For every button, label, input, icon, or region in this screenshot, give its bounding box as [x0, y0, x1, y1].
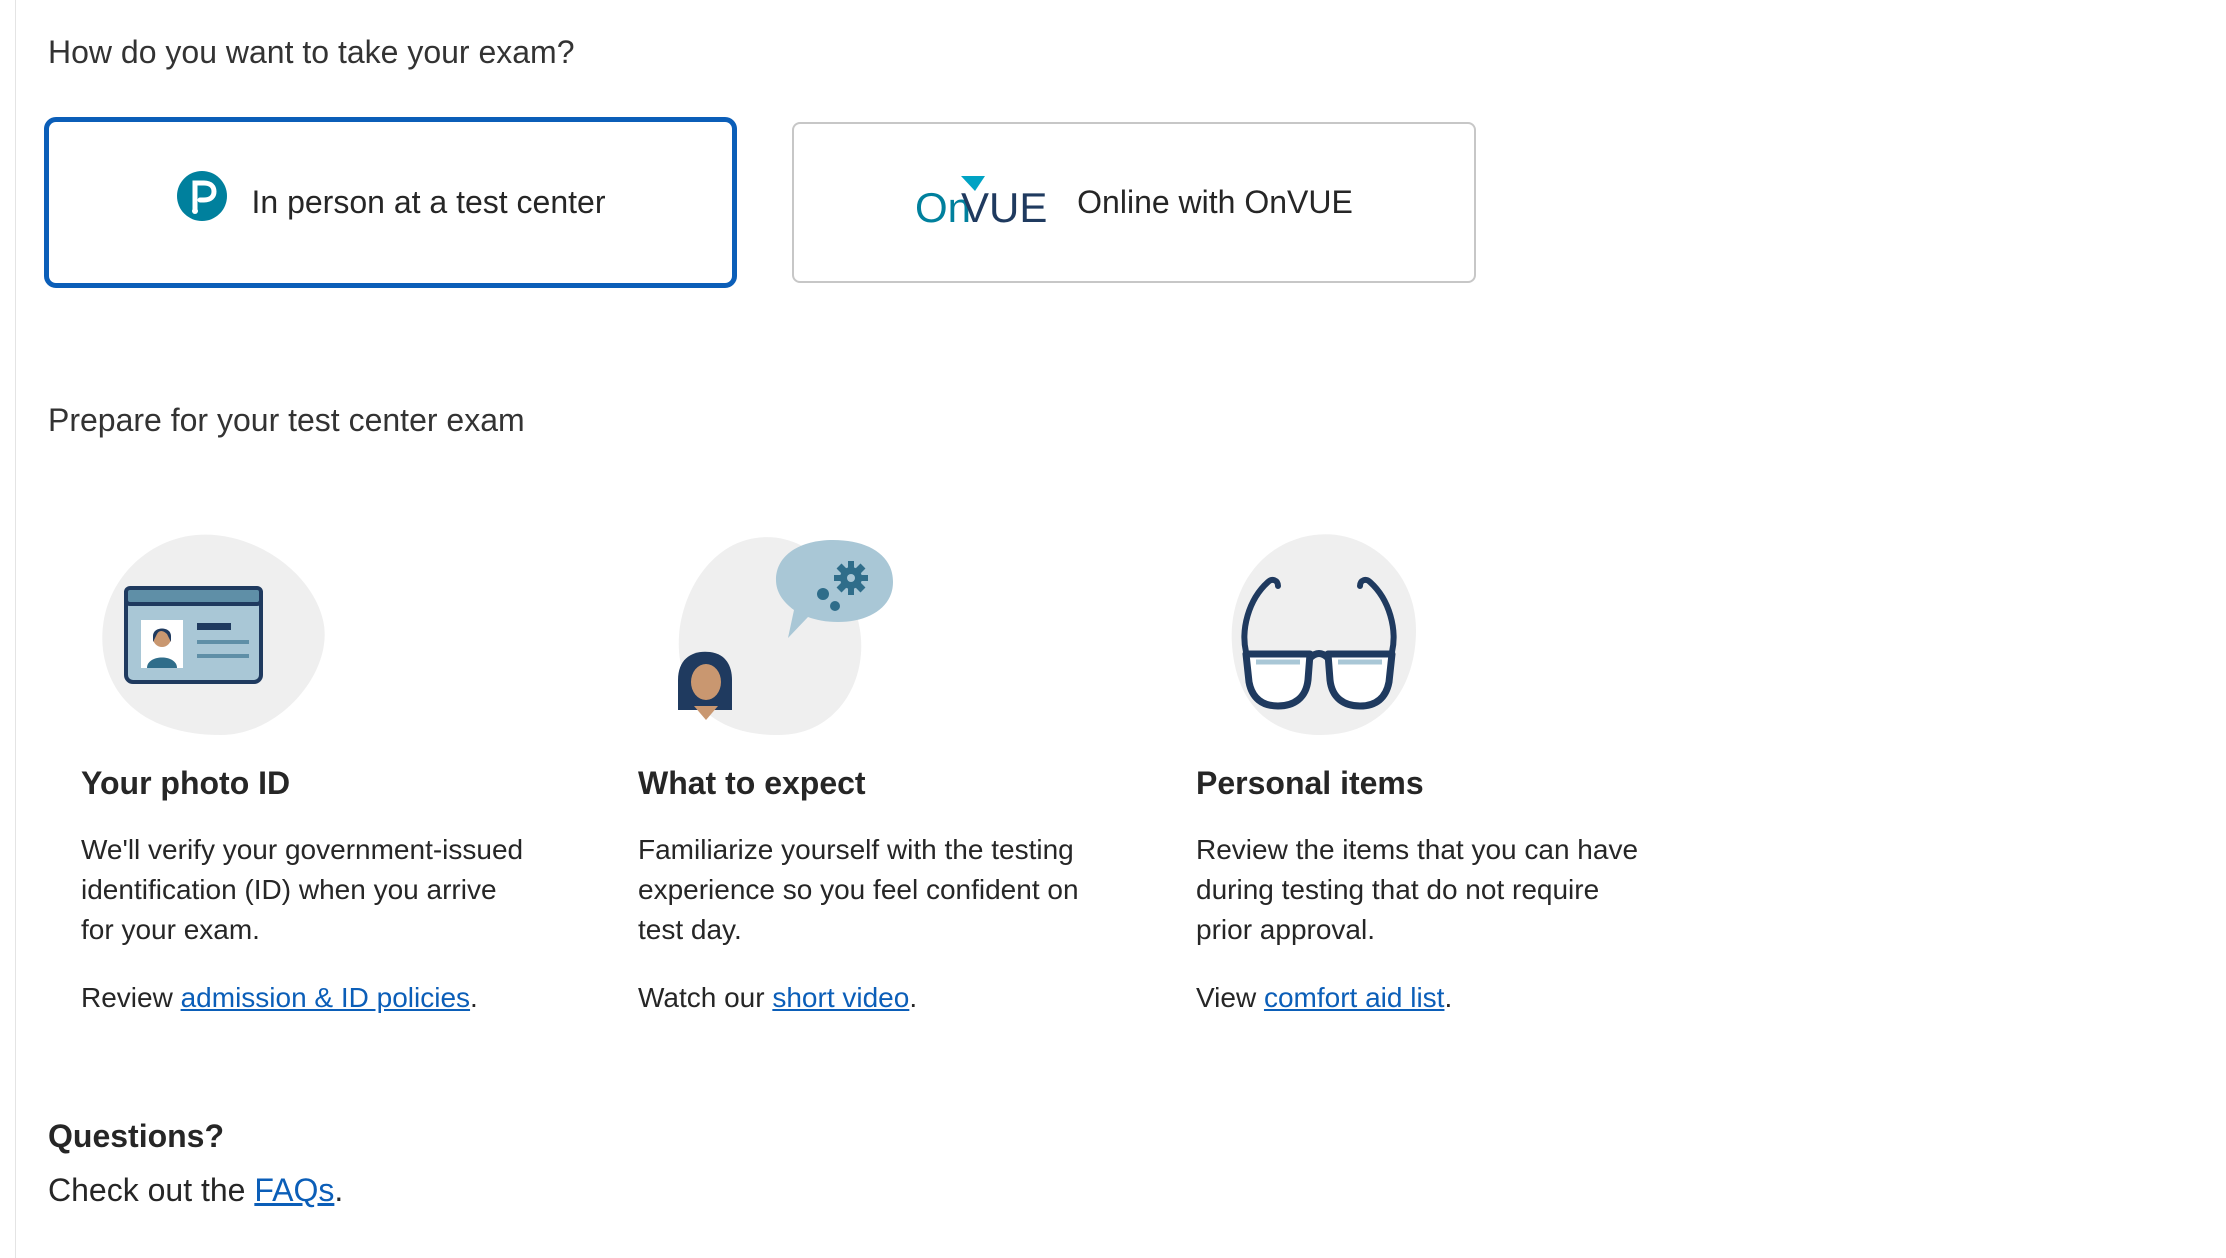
eyeglasses-icon: [1231, 534, 1416, 735]
questions-suffix: .: [334, 1172, 344, 1208]
onvue-logo: On VUE: [915, 175, 1048, 231]
cta-prefix: Watch our: [638, 982, 773, 1013]
pearson-logo-icon: [176, 170, 227, 221]
cta-suffix: .: [470, 982, 478, 1013]
cta-prefix: View: [1196, 982, 1264, 1013]
short-video-link[interactable]: short video: [772, 982, 909, 1013]
card-cta: Watch our short video.: [638, 978, 917, 1018]
faqs-link[interactable]: FAQs: [254, 1172, 334, 1208]
questions-heading: Questions?: [48, 1118, 225, 1154]
card-title: Personal items: [1196, 765, 1424, 801]
cta-suffix: .: [1444, 982, 1453, 1013]
id-card-icon: [102, 534, 325, 735]
card-cta: View comfort aid list.: [1196, 978, 1452, 1018]
card-description: We'll verify your government-issued iden…: [81, 834, 524, 945]
cta-suffix: .: [909, 982, 918, 1013]
exam-delivery-page: How do you want to take your exam? In pe…: [0, 0, 2226, 1258]
card-description: Familiarize yourself with the testing ex…: [638, 834, 1079, 945]
cta-prefix: Review: [81, 982, 181, 1013]
questions-text: Check out the FAQs.: [48, 1172, 343, 1209]
card-title: What to expect: [638, 765, 866, 801]
option-in-person-label: In person at a test center: [251, 184, 606, 220]
card-cta: Review admission & ID policies.: [81, 978, 478, 1018]
delivery-question-heading: How do you want to take your exam?: [48, 34, 575, 70]
comfort-aid-list-link[interactable]: comfort aid list: [1264, 982, 1445, 1013]
card-description: Review the items that you can have durin…: [1196, 834, 1639, 945]
thinking-person-gears-icon: [678, 537, 893, 735]
option-in-person-test-center[interactable]: In person at a test center: [44, 117, 737, 288]
card-title: Your photo ID: [81, 765, 291, 801]
option-online-label: Online with OnVUE: [1077, 184, 1353, 220]
admission-id-policies-link[interactable]: admission & ID policies: [181, 982, 470, 1013]
questions-prefix: Check out the: [48, 1172, 255, 1208]
option-online-onvue[interactable]: On VUE Online with OnVUE: [792, 122, 1476, 283]
prepare-section-title: Prepare for your test center exam: [48, 402, 525, 438]
onvue-logo-vue: VUE: [961, 184, 1047, 231]
